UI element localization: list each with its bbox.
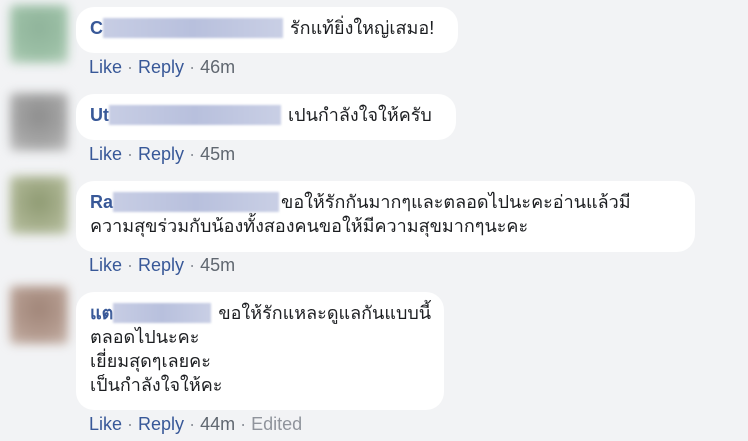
separator: · bbox=[189, 414, 196, 434]
redacted-name bbox=[103, 18, 283, 38]
reply-link[interactable]: Reply bbox=[138, 144, 184, 164]
separator: · bbox=[240, 414, 247, 434]
comment-text: ตลอดไปนะคะ bbox=[90, 327, 200, 347]
avatar[interactable] bbox=[10, 5, 68, 63]
comment-actions: Like · Reply · 44m · Edited bbox=[89, 414, 302, 435]
separator: · bbox=[127, 414, 134, 434]
comment-actions: Like · Reply · 45m bbox=[89, 144, 235, 165]
reply-link[interactable]: Reply bbox=[138, 414, 184, 434]
like-link[interactable]: Like bbox=[89, 57, 122, 77]
redacted-name bbox=[113, 303, 212, 323]
reply-link[interactable]: Reply bbox=[138, 255, 184, 275]
redacted-name bbox=[109, 105, 281, 125]
separator: · bbox=[127, 255, 134, 275]
separator: · bbox=[189, 144, 196, 164]
reply-link[interactable]: Reply bbox=[138, 57, 184, 77]
comment-bubble: C รักแท้ยิ่งใหญ่เสมอ! bbox=[76, 7, 458, 53]
comment-actions: Like · Reply · 45m bbox=[89, 255, 235, 276]
separator: · bbox=[189, 255, 196, 275]
comment-author[interactable]: Ra bbox=[90, 192, 113, 212]
timestamp[interactable]: 46m bbox=[200, 57, 235, 77]
comment-bubble: แต ขอให้รักแหละดูแลกันแบบนี้ ตลอดไปนะคะ … bbox=[76, 292, 444, 410]
comment-text: เปนกำลังใจให้ครับ bbox=[288, 105, 432, 125]
like-link[interactable]: Like bbox=[89, 414, 122, 434]
comment-actions: Like · Reply · 46m bbox=[89, 57, 235, 78]
comment-author[interactable]: Ut bbox=[90, 105, 109, 125]
comment-text: รักแท้ยิ่งใหญ่เสมอ! bbox=[290, 18, 435, 38]
comment-text: เป็นกำลังใจให้คะ bbox=[90, 375, 223, 395]
comment-text: ความสุขร่วมกับน้องทั้งสองคนขอให้มีความสุ… bbox=[90, 216, 529, 236]
timestamp[interactable]: 45m bbox=[200, 255, 235, 275]
separator: · bbox=[127, 144, 134, 164]
like-link[interactable]: Like bbox=[89, 255, 122, 275]
comment-text: ขอให้รักกันมากๆและตลอดไปนะคะอ่านแล้วมี bbox=[281, 192, 631, 212]
avatar[interactable] bbox=[10, 286, 68, 344]
edited-label[interactable]: Edited bbox=[251, 414, 302, 434]
avatar[interactable] bbox=[10, 93, 68, 151]
comment-author[interactable]: C bbox=[90, 18, 103, 38]
timestamp[interactable]: 44m bbox=[200, 414, 235, 434]
comment-bubble: Ra ขอให้รักกันมากๆและตลอดไปนะคะอ่านแล้วมี… bbox=[76, 181, 695, 252]
like-link[interactable]: Like bbox=[89, 144, 122, 164]
separator: · bbox=[127, 57, 134, 77]
avatar[interactable] bbox=[10, 176, 68, 234]
comment-text: เยี่ยมสุดๆเลยคะ bbox=[90, 351, 211, 371]
comment-text: ขอให้รักแหละดูแลกันแบบนี้ bbox=[218, 303, 432, 323]
comment-author[interactable]: แต bbox=[90, 303, 113, 323]
comment-bubble: Ut เปนกำลังใจให้ครับ bbox=[76, 94, 456, 140]
redacted-name bbox=[113, 192, 280, 212]
timestamp[interactable]: 45m bbox=[200, 144, 235, 164]
separator: · bbox=[189, 57, 196, 77]
